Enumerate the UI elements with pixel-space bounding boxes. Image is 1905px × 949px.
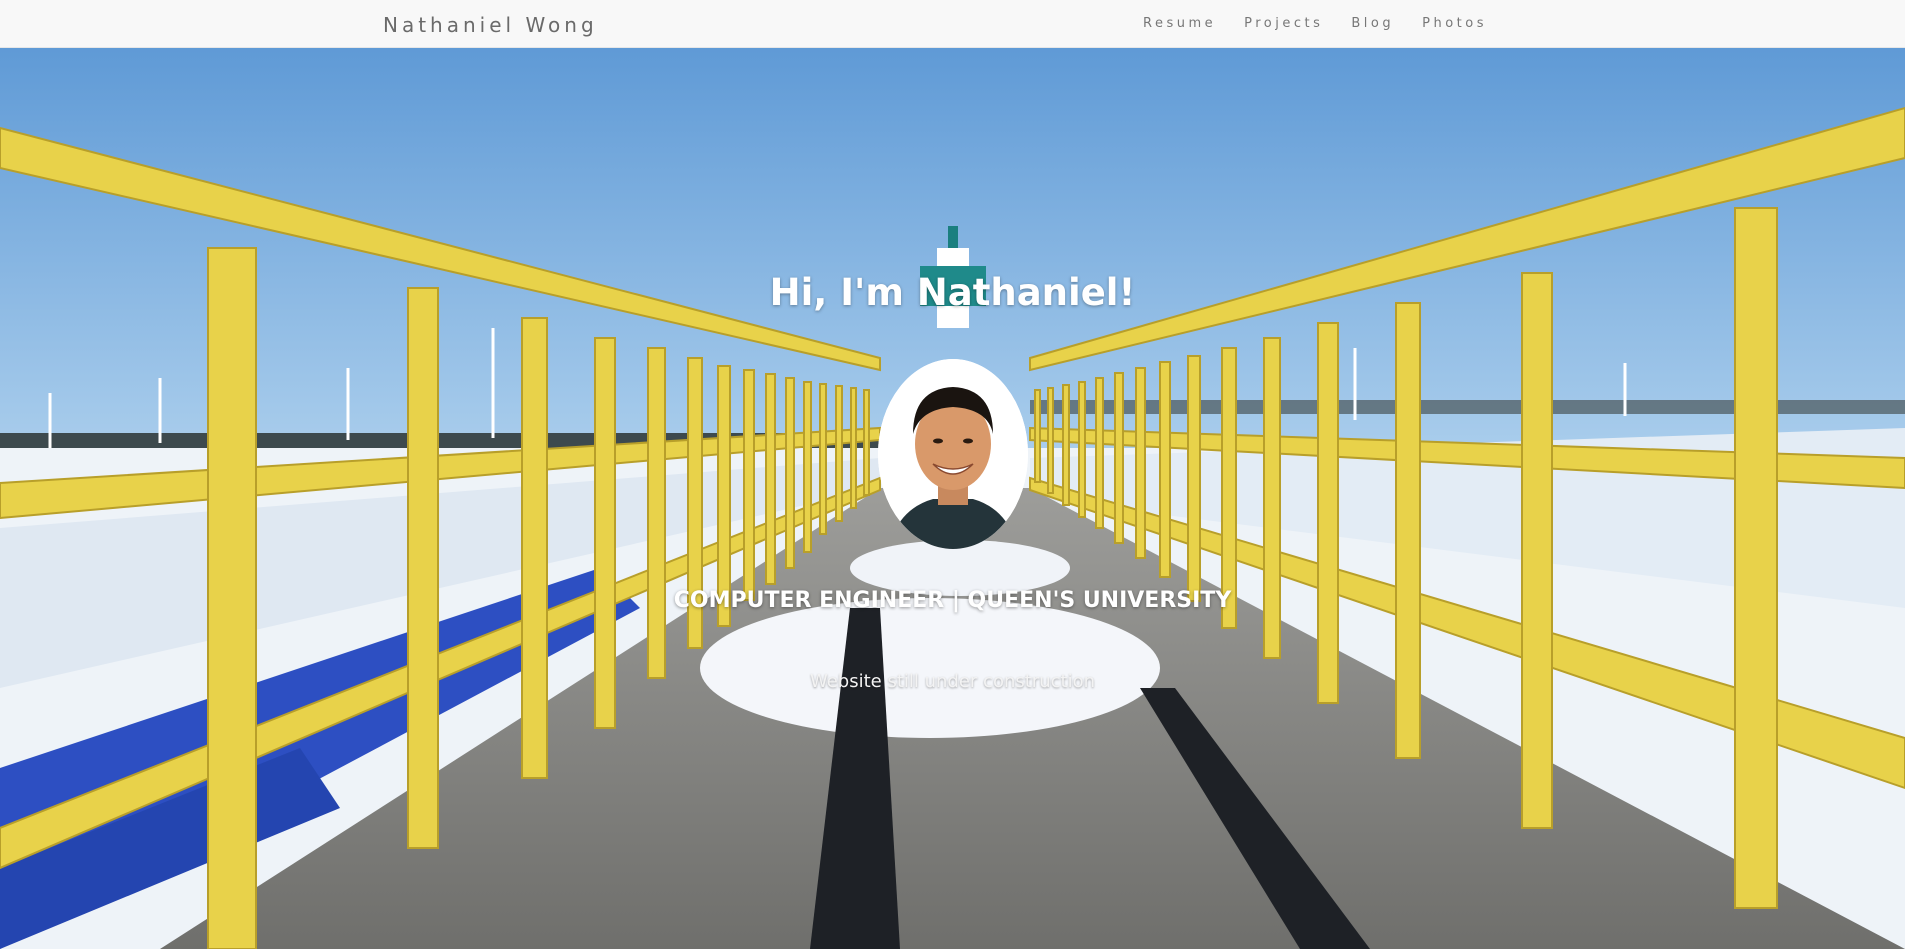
nav-link-blog[interactable]: Blog <box>1351 16 1394 31</box>
avatar <box>878 359 1028 549</box>
brand-link[interactable]: Nathaniel Wong <box>383 13 598 37</box>
page: Nathaniel Wong Resume Projects Blog Phot… <box>0 0 1905 949</box>
hero-title: Hi, I'm Nathaniel! <box>769 271 1136 314</box>
hero-subtitle: COMPUTER ENGINEER | QUEEN'S UNIVERSITY <box>673 588 1232 613</box>
construction-note: Website still under construction <box>809 671 1095 692</box>
profile-photo <box>878 359 1028 549</box>
navbar: Nathaniel Wong Resume Projects Blog Phot… <box>0 0 1905 48</box>
nav-link-projects[interactable]: Projects <box>1244 16 1323 31</box>
hero-section: Hi, I'm Nathaniel! COMPUTER ENGINEER | Q… <box>0 48 1905 949</box>
nav-links: Resume Projects Blog Photos <box>1143 16 1515 31</box>
nav-link-resume[interactable]: Resume <box>1143 16 1216 31</box>
nav-link-photos[interactable]: Photos <box>1422 16 1487 31</box>
